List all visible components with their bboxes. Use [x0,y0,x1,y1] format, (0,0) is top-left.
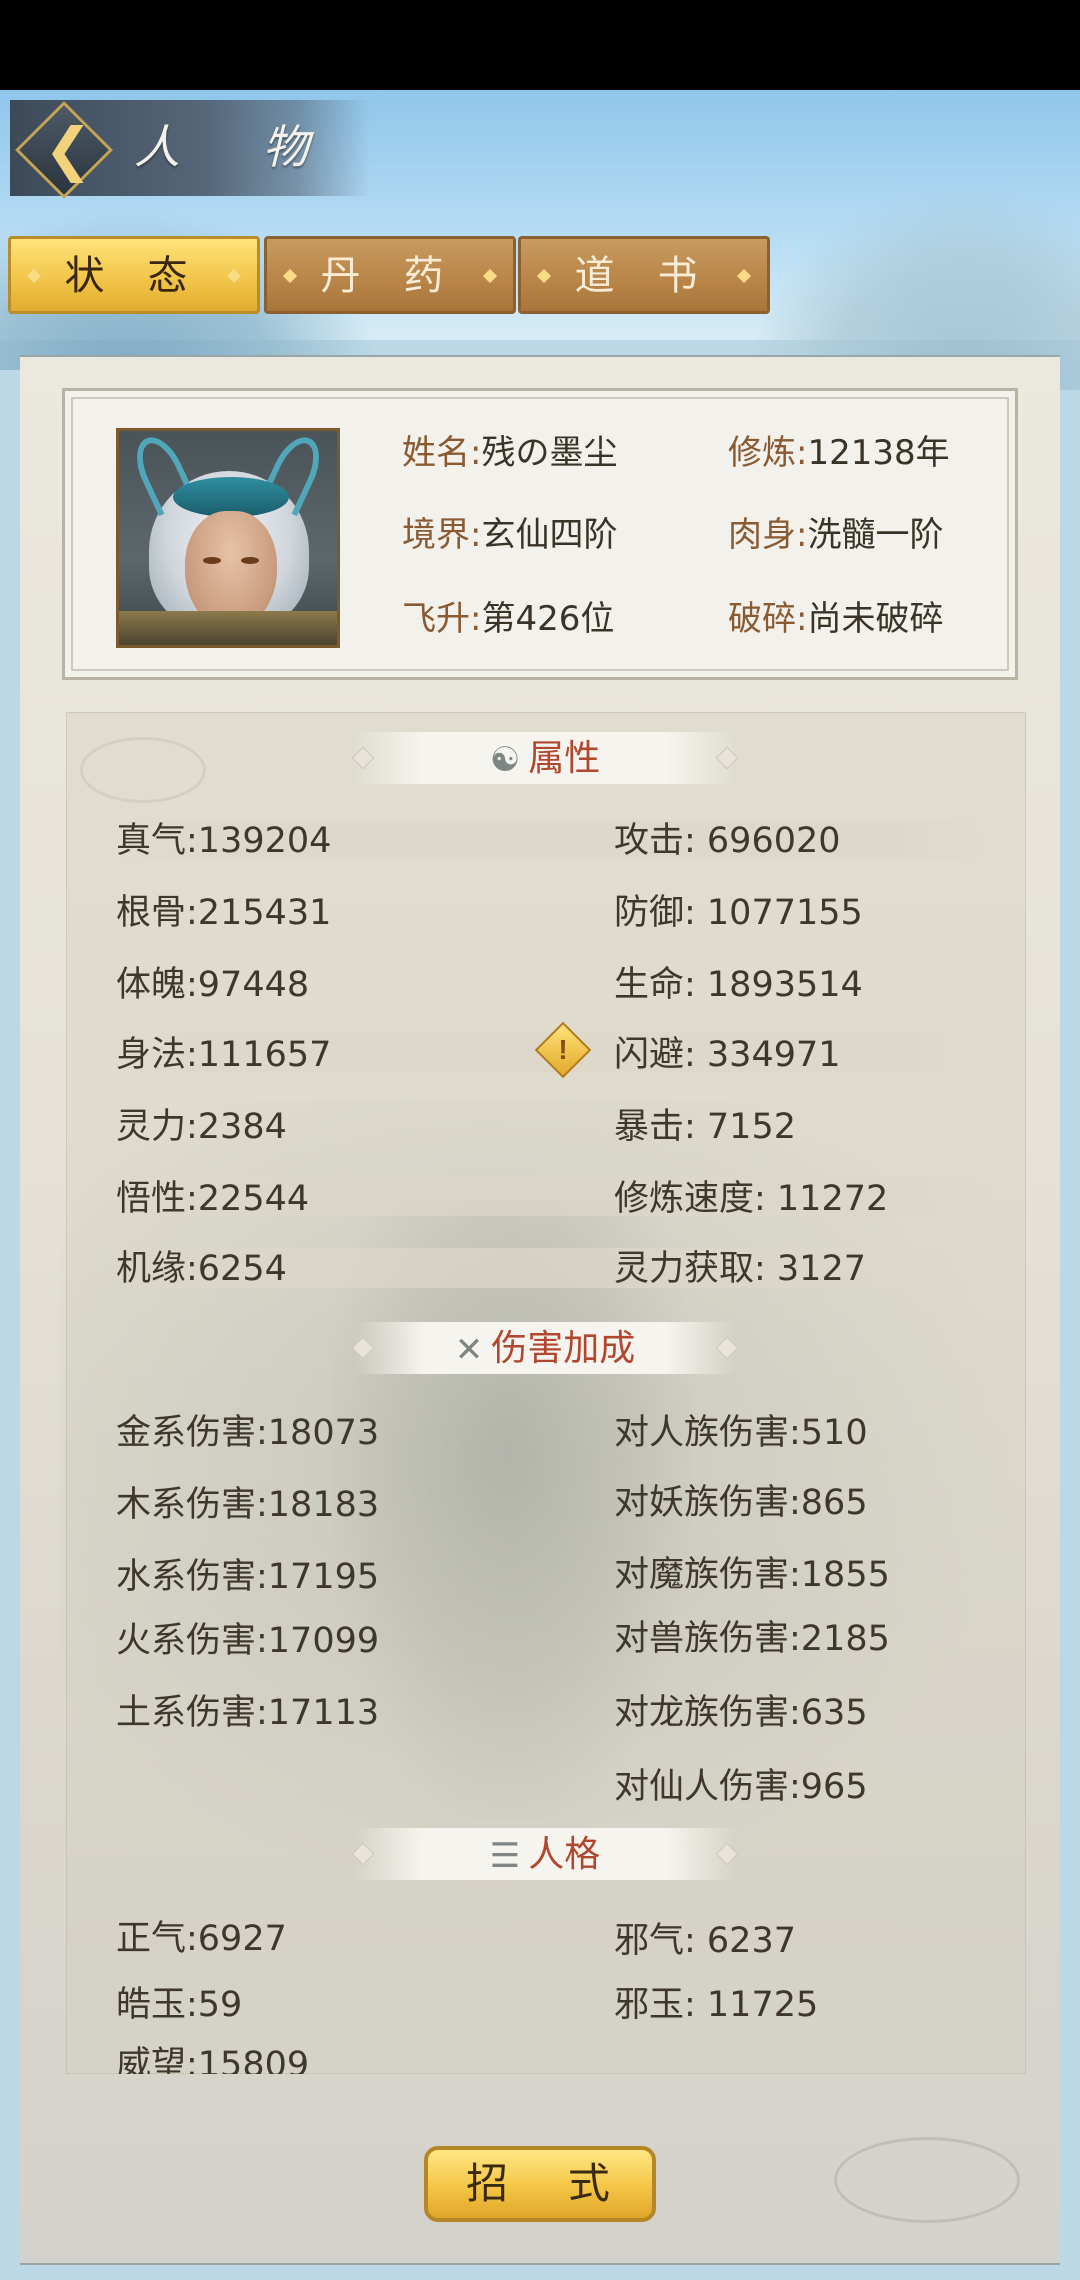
stat-vs-human: 对人族伤害:510 [614,1413,868,1453]
name-field: 姓名:残の墨尘 [402,428,617,478]
page-title: 人 物 [134,120,343,174]
break-label: 破碎: [728,599,808,639]
realm-field: 境界:玄仙四阶 [402,510,617,560]
stat-earth-damage: 土系伤害:17113 [116,1693,380,1733]
tab-label: 状 态 [64,254,204,298]
cultivation-label: 修炼: [728,433,808,473]
stat-fire-damage: 火系伤害:17099 [116,1621,380,1661]
stat-xieyu: 邪玉: 11725 [614,1985,819,2025]
skills-button[interactable]: 招 式 [424,2146,656,2222]
scroll-icon: ☰ [489,1837,521,1876]
stat-vs-immortal: 对仙人伤害:965 [614,1767,868,1807]
stat-zhenqi: 真气:139204 [116,821,332,861]
tab-ornament-icon [536,268,552,284]
header-ornament-icon [715,1842,739,1866]
avatar-eye [241,557,259,564]
cloud-decoration [834,2137,1020,2223]
stat-vs-demon: 对妖族伤害:865 [614,1483,868,1523]
name-label: 姓名: [402,433,482,473]
stat-lingli: 灵力:2384 [116,1107,287,1147]
tab-ornament-icon [282,268,298,284]
header-ornament-icon [351,1842,375,1866]
tab-label: 道 书 [574,254,714,298]
header-ornament-icon [715,1336,739,1360]
body-value: 洗髓一阶 [807,515,944,555]
body-field: 肉身:洗髓一阶 [728,510,943,560]
section-title: 属性 [528,737,601,778]
stat-evil: 邪气: 6237 [614,1921,796,1961]
stat-attack: 攻击: 696020 [614,821,841,861]
ascend-field: 飞升:第426位 [402,594,614,644]
character-avatar[interactable] [116,428,340,648]
tab-label: 丹 药 [320,254,460,298]
yin-yang-icon: ☯ [489,741,521,780]
realm-label: 境界: [402,515,482,555]
stat-shenfa: 身法:111657 [116,1035,332,1075]
tab-ornament-icon [482,268,498,284]
ascend-label: 飞升: [402,599,482,639]
tab-ornament-icon [226,268,242,284]
section-title: 伤害加成 [491,1327,636,1368]
cultivation-value: 12138年 [807,433,950,473]
stat-dodge: 闪避: 334971 [614,1035,841,1075]
crossed-swords-icon: ✕ [454,1331,484,1370]
avatar-armor [119,611,337,645]
stat-vs-devil: 对魔族伤害:1855 [614,1555,890,1595]
name-value: 残の墨尘 [481,433,618,473]
section-header-attributes: ☯ 属性 [351,732,739,784]
stat-water-damage: 水系伤害:17195 [116,1557,380,1597]
tab-taoist-book[interactable]: 道 书 [518,236,770,314]
header-ornament-icon [351,1336,375,1360]
chevron-left-icon[interactable]: ❮ [38,120,98,180]
tab-elixir[interactable]: 丹 药 [264,236,516,314]
header-ornament-icon [715,746,739,770]
stat-jiyuan: 机缘:6254 [116,1249,287,1289]
body-label: 肉身: [728,515,808,555]
break-value: 尚未破碎 [807,599,944,639]
stat-tipo: 体魄:97448 [116,965,310,1005]
section-header-personality: ☰ 人格 [351,1828,739,1880]
stat-righteous: 正气:6927 [116,1919,287,1959]
stat-cultivation-speed: 修炼速度: 11272 [614,1179,889,1219]
tab-status[interactable]: 状 态 [8,236,260,314]
stat-defense: 防御: 1077155 [614,893,863,933]
stat-gengu: 根骨:215431 [116,893,332,933]
status-bar [0,0,1080,90]
stat-haoyu: 皓玉:59 [116,1985,243,2025]
tab-ornament-icon [26,268,42,284]
stat-metal-damage: 金系伤害:18073 [116,1413,380,1453]
exclamation-icon: ! [558,1034,568,1065]
stat-crit: 暴击: 7152 [614,1107,796,1147]
stat-life: 生命: 1893514 [614,965,863,1005]
realm-value: 玄仙四阶 [481,515,618,555]
tab-ornament-icon [736,268,752,284]
stat-vs-beast: 对兽族伤害:2185 [614,1619,890,1659]
cultivation-field: 修炼:12138年 [728,428,950,478]
stat-vs-dragon: 对龙族伤害:635 [614,1693,868,1733]
section-title: 人格 [528,1833,601,1874]
stat-wuxing: 悟性:22544 [116,1179,310,1219]
stat-wood-damage: 木系伤害:18183 [116,1485,380,1525]
break-field: 破碎:尚未破碎 [728,594,943,644]
section-header-damage: ✕ 伤害加成 [351,1322,739,1374]
avatar-eye [203,557,221,564]
stat-prestige: 威望:15809 [116,2045,310,2074]
ascend-value: 第426位 [481,599,615,639]
header-ornament-icon [351,746,375,770]
stat-spirit-gain: 灵力获取: 3127 [614,1249,866,1289]
